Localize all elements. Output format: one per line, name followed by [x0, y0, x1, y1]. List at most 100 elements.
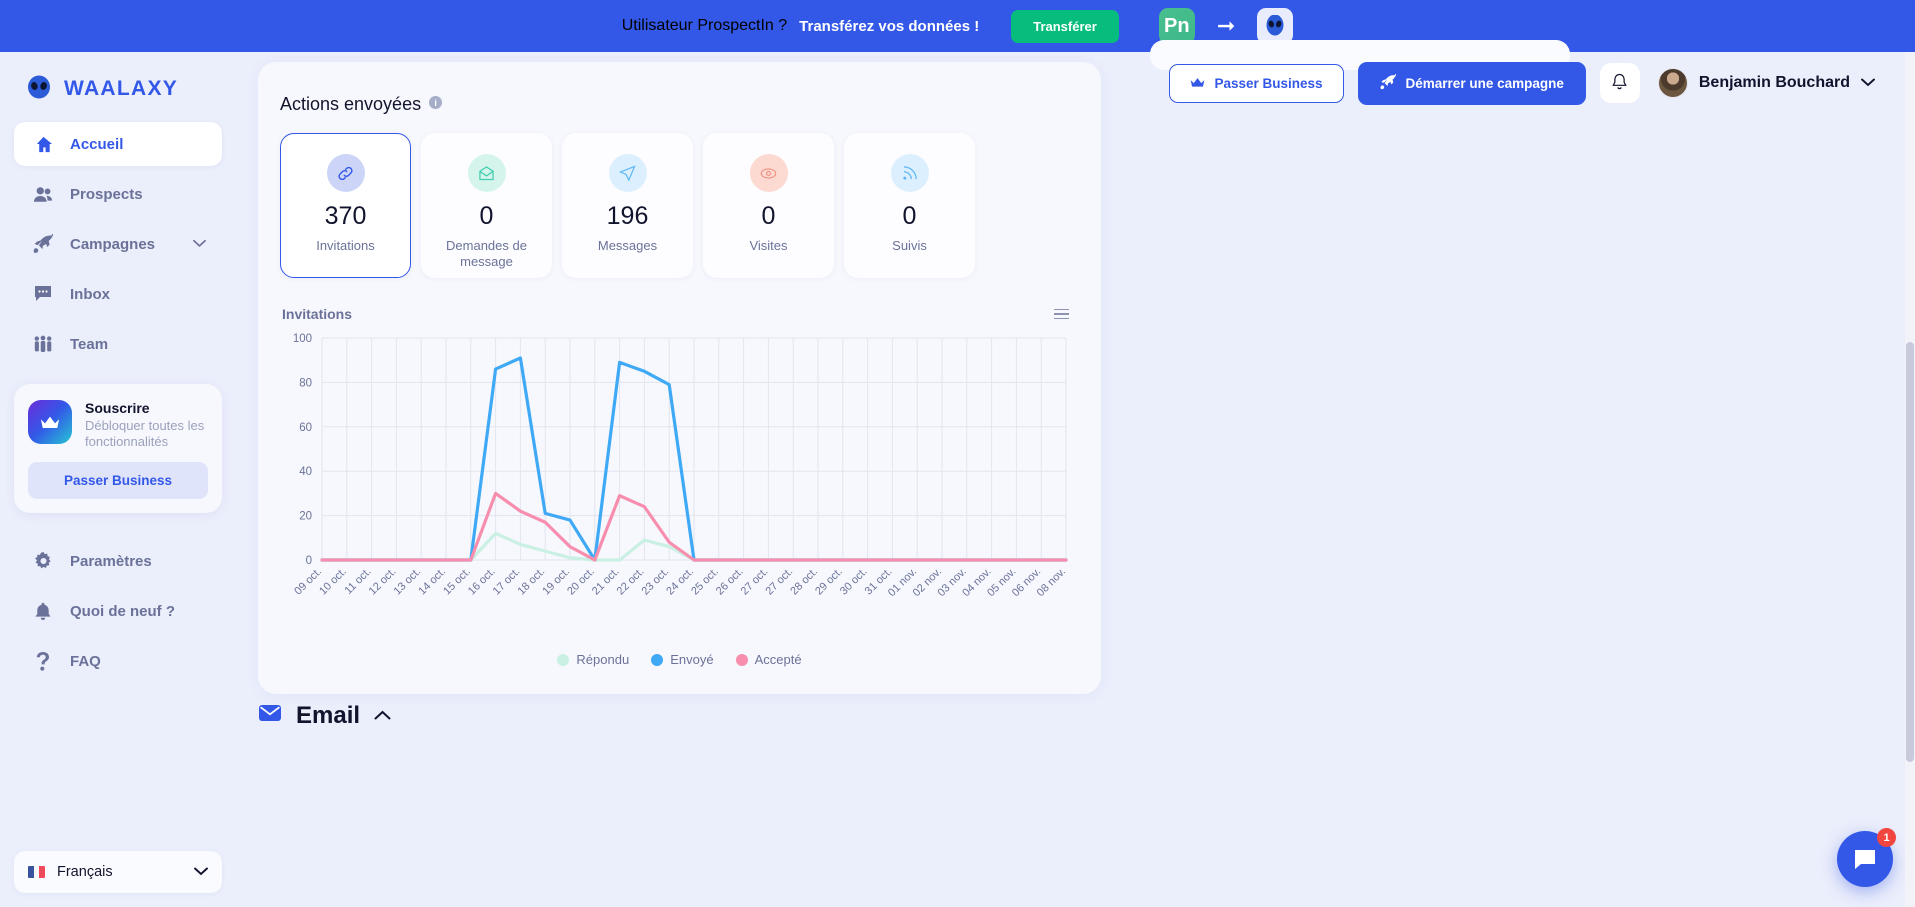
x-axis-tick: 13 oct.: [391, 566, 423, 598]
x-axis-tick: 20 oct.: [565, 566, 597, 598]
link-icon: [326, 154, 365, 192]
stat-card-demandes-de-message[interactable]: 0 Demandes de message: [421, 133, 552, 278]
page-title: Actions envoyées: [280, 94, 422, 114]
banner-title: Utilisateur ProspectIn ?: [621, 17, 788, 34]
eye-icon: [749, 154, 788, 192]
alien-icon: [1257, 8, 1294, 44]
sidebar-item-prospects[interactable]: Prospects: [14, 172, 222, 216]
start-campaign-button[interactable]: Démarrer une campagne: [1357, 61, 1586, 105]
stat-value: 0: [761, 202, 776, 230]
chat-bubble-button[interactable]: 1: [1837, 828, 1896, 887]
stat-card-suivis[interactable]: 0 Suivis: [844, 133, 975, 278]
chevron-up-icon[interactable]: [374, 707, 391, 725]
chart-heading: Invitations: [282, 306, 353, 322]
x-axis-tick: 15 oct.: [441, 566, 473, 598]
x-axis-tick: 12 oct.: [367, 566, 399, 598]
start-campaign-label: Démarrer une campagne: [1405, 75, 1564, 91]
legend-color-dot: [651, 653, 664, 666]
sidebar-item-team[interactable]: Team: [14, 322, 222, 366]
promo-upgrade-button[interactable]: Passer Business: [28, 462, 208, 500]
sidebar-item-parametres[interactable]: Paramètres: [14, 539, 222, 583]
x-axis-tick: 28 oct.: [788, 566, 820, 598]
hamburger-menu-icon[interactable]: [1054, 308, 1069, 320]
sidebar-item-label: Campagnes: [70, 235, 156, 253]
sidebar-bottom-nav: Paramètres Quoi de neuf ? FAQ: [0, 539, 246, 683]
x-axis-tick: 30 oct.: [838, 566, 870, 598]
invitations-chart: 0 20 40 60 80 100 09 oct. 10 oct. 11 oct. 12 oct.…: [280, 328, 1080, 648]
user-menu[interactable]: Benjamin Bouchard: [1657, 68, 1875, 98]
sidebar-item-campagnes[interactable]: Campagnes: [14, 222, 222, 266]
sidebar-item-label: Prospects: [70, 185, 143, 203]
stat-card-invitations[interactable]: 370 Invitations: [280, 133, 411, 278]
stat-cards: 370 Invitations 0 Demandes de message 19…: [280, 133, 1079, 278]
home-icon: [32, 135, 54, 154]
upgrade-business-button[interactable]: Passer Business: [1169, 63, 1344, 103]
x-axis-tick: 29 oct.: [813, 566, 845, 598]
promo-banner: Utilisateur ProspectIn ? Transférez vos …: [0, 0, 1915, 52]
x-axis-tick: 09 oct.: [292, 566, 324, 598]
avatar: [1657, 68, 1688, 98]
sidebar-item-inbox[interactable]: Inbox: [14, 272, 222, 316]
page-scrollbar-track[interactable]: [1905, 52, 1915, 907]
rocket-icon: [32, 234, 54, 254]
chevron-down-icon: [194, 865, 208, 879]
sidebar-item-faq[interactable]: FAQ: [14, 639, 222, 683]
sidebar-item-accueil[interactable]: Accueil: [14, 122, 222, 166]
chart-legend: Répondu Envoyé Accepté: [280, 652, 1079, 667]
y-axis-tick: 80: [299, 377, 312, 389]
language-selector[interactable]: Français: [14, 851, 222, 893]
chat-unread-badge: 1: [1877, 828, 1896, 847]
stat-label: Demandes de message: [446, 238, 527, 270]
x-axis-tick: 22 oct.: [615, 566, 647, 598]
sidebar-item-label: Paramètres: [70, 552, 152, 570]
x-axis-tick: 24 oct.: [664, 566, 696, 598]
legend-label: Envoyé: [670, 652, 714, 667]
x-axis-tick: 19 oct.: [540, 566, 572, 598]
upgrade-business-label: Passer Business: [1214, 75, 1323, 91]
transfer-button[interactable]: Transférer: [1011, 9, 1119, 43]
stat-value: 0: [902, 202, 917, 230]
brand-name: WAALAXY: [64, 77, 179, 100]
y-axis-tick: 0: [306, 555, 312, 567]
sidebar: WAALAXY Accueil Prospects Campagnes Inbo…: [0, 52, 246, 907]
page-scrollbar-thumb[interactable]: [1906, 342, 1914, 762]
legend-label: Répondu: [576, 652, 630, 667]
notifications-button[interactable]: [1599, 63, 1640, 103]
crown-icon: [28, 400, 72, 444]
sidebar-item-quoi-de-neuf[interactable]: Quoi de neuf ?: [14, 589, 222, 633]
x-axis-tick: 25 oct.: [689, 566, 721, 598]
stat-label: Visites: [749, 238, 788, 253]
language-label: Français: [57, 864, 113, 880]
email-section-header[interactable]: Email: [258, 702, 391, 730]
users-icon: [32, 185, 54, 204]
stat-value: 196: [606, 202, 649, 230]
legend-item-accepté[interactable]: Accepté: [735, 652, 802, 667]
chevron-down-icon[interactable]: [193, 237, 206, 251]
sidebar-item-label: Team: [70, 335, 109, 353]
banner-subtitle: Transférez vos données !: [799, 17, 980, 35]
question-icon: [32, 651, 54, 671]
subscribe-promo-card: Souscrire Débloquer toutes les fonctionn…: [14, 384, 222, 514]
sidebar-item-label: Quoi de neuf ?: [70, 602, 175, 620]
rocket-icon: [1380, 70, 1396, 93]
stat-label: Invitations: [316, 238, 375, 253]
arrow-right-icon: ➞: [1216, 13, 1236, 38]
chat-icon: [32, 285, 54, 304]
stat-card-messages[interactable]: 196 Messages: [562, 133, 693, 278]
bell-icon: [32, 602, 54, 621]
sidebar-item-label: Accueil: [70, 135, 124, 153]
legend-item-envoyé[interactable]: Envoyé: [651, 652, 714, 667]
sidebar-item-label: Inbox: [70, 285, 110, 303]
y-axis-tick: 60: [299, 422, 312, 434]
actions-panel: Actions envoyées i 370 Invitations 0 Dem…: [258, 62, 1101, 694]
brand-logo[interactable]: WAALAXY: [0, 52, 246, 114]
legend-item-répondu[interactable]: Répondu: [557, 652, 629, 667]
email-icon: [258, 704, 282, 728]
x-axis-tick: 18 oct.: [515, 566, 547, 598]
stat-card-visites[interactable]: 0 Visites: [703, 133, 834, 278]
legend-color-dot: [735, 653, 748, 666]
y-axis-tick: 20: [299, 511, 312, 523]
info-icon[interactable]: i: [429, 96, 443, 109]
fr-flag-icon: [28, 866, 45, 878]
paper-plane-icon: [608, 154, 647, 192]
